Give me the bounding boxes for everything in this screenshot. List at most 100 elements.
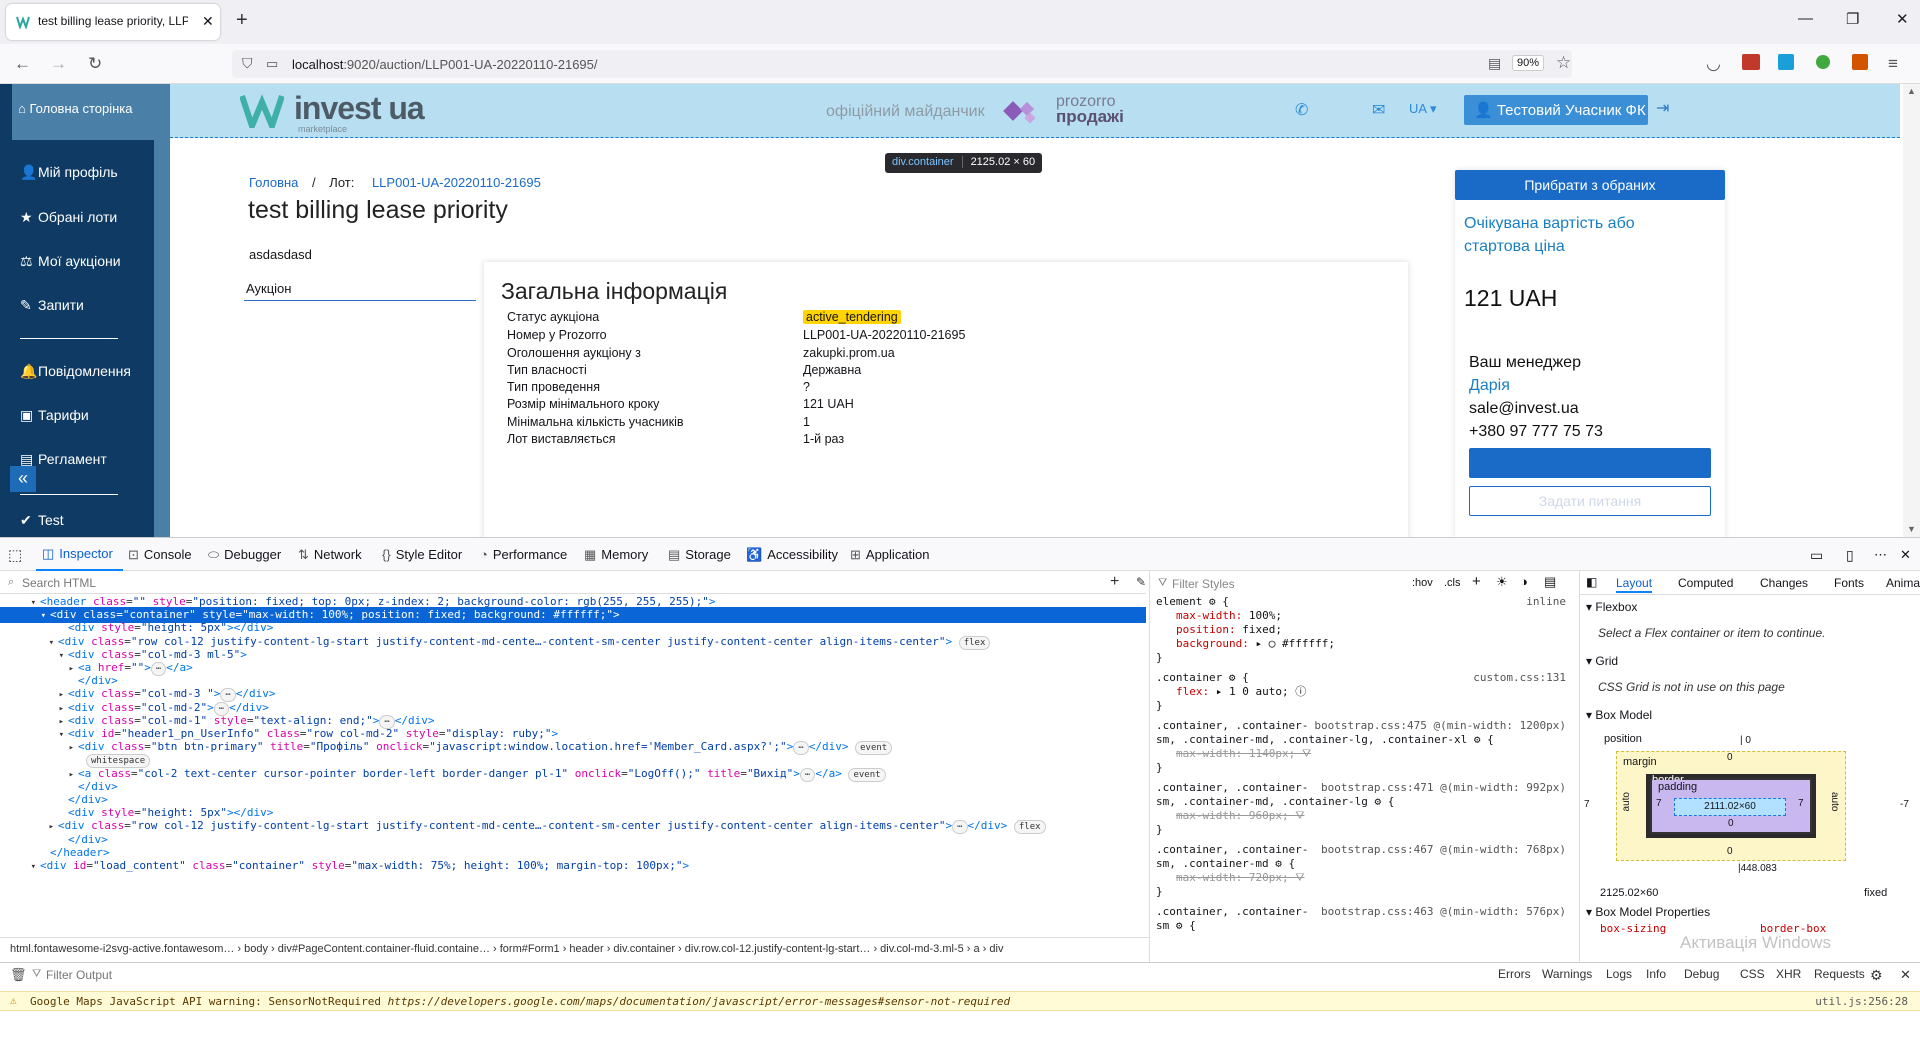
breadcrumb-lot[interactable]: LLP001-UA-20220110-21695 <box>372 175 541 190</box>
tab-layout[interactable]: Layout <box>1616 571 1653 593</box>
filter-css[interactable]: CSS <box>1740 967 1765 981</box>
new-tab-icon[interactable]: + <box>236 9 248 32</box>
sidebar-toggle-icon[interactable]: ◧ <box>1586 575 1597 589</box>
sidebar-item-notifications[interactable]: 🔔Повідомлення <box>0 357 154 387</box>
prozorro-logo-icon[interactable] <box>1000 94 1046 130</box>
tab-performance[interactable]: ◔ Performance <box>480 547 567 562</box>
expand-toggle-icon[interactable]: ▾ <box>0 859 40 874</box>
language-select[interactable]: UA ▾ <box>1409 101 1436 117</box>
filter-requests[interactable]: Requests <box>1814 967 1865 981</box>
tab-auction[interactable]: Аукціон <box>244 281 476 301</box>
filter-output-input[interactable]: Filter Output <box>46 968 112 982</box>
invest-logo-icon[interactable] <box>240 92 284 128</box>
responsive-mode-icon[interactable]: ▯ <box>1846 547 1854 564</box>
dock-side-icon[interactable]: ▭ <box>1810 547 1823 564</box>
logo-text[interactable]: invest ua <box>294 90 425 127</box>
extension-icon[interactable] <box>1742 54 1760 70</box>
console-warning-row[interactable]: ⚠ Google Maps JavaScript API warning: Se… <box>0 991 1920 1011</box>
collapse-sidebar-icon[interactable]: « <box>10 466 36 492</box>
markup-node-line[interactable]: ▾ <div id="load_content" class="container… <box>0 858 1146 874</box>
breadcrumb-home[interactable]: Головна <box>249 175 298 190</box>
element-picker-icon[interactable]: ⬚ <box>8 546 22 564</box>
mail-icon[interactable]: ✉ <box>1372 100 1385 120</box>
green-extension-icon[interactable] <box>1816 55 1830 69</box>
sidebar-item-home[interactable]: ⌂ Головна сторінка <box>12 84 154 140</box>
add-node-icon[interactable]: + <box>1110 573 1119 591</box>
tab-network[interactable]: ⇅ Network <box>298 547 362 563</box>
browser-tab[interactable]: test billing lease priority, LLP001 ✕ <box>6 4 220 40</box>
tab-computed[interactable]: Computed <box>1678 571 1733 593</box>
minimize-icon[interactable]: — <box>1798 10 1813 27</box>
tab-application[interactable]: ⊞ Application <box>850 547 930 563</box>
reload-icon[interactable]: ↻ <box>88 54 102 74</box>
tab-memory[interactable]: ▦ Memory <box>584 547 648 563</box>
back-icon[interactable]: ← <box>14 54 31 74</box>
tab-inspector[interactable]: ◫ Inspector <box>36 538 123 571</box>
close-split-console-icon[interactable]: ✕ <box>1900 967 1911 983</box>
flexbox-section[interactable]: ▾ Flexbox <box>1586 600 1637 614</box>
css-rules[interactable]: inline element ⚙ {max-width: 100%; positio… <box>1156 595 1566 935</box>
ask-question-button[interactable]: Задати питання <box>1469 486 1711 516</box>
search-html-input[interactable]: Search HTML <box>22 576 96 590</box>
sidebar-item-test[interactable]: ✔ Test <box>0 506 154 536</box>
tab-fonts[interactable]: Fonts <box>1834 571 1864 593</box>
reader-view-icon[interactable]: ▤ <box>1488 55 1501 72</box>
orange-extension-icon[interactable] <box>1852 54 1868 70</box>
page-scrollbar[interactable]: ▲ ▼ <box>1903 84 1920 537</box>
sidebar-scrollbar[interactable] <box>154 84 170 537</box>
filter-debug[interactable]: Debug <box>1684 967 1719 981</box>
filter-xhr[interactable]: XHR <box>1776 967 1801 981</box>
warning-link[interactable]: https://developers.google.com/maps/docum… <box>388 995 1011 1008</box>
tab-console[interactable]: ⊡ Console <box>128 547 192 563</box>
grid-section[interactable]: ▾ Grid <box>1586 654 1618 668</box>
light-scheme-icon[interactable]: ☀ <box>1496 574 1508 590</box>
sidebar-item-favorites[interactable]: ★ Обрані лоти <box>0 203 154 233</box>
tab-debugger[interactable]: ⬭ Debugger <box>208 547 281 563</box>
filter-info[interactable]: Info <box>1646 967 1666 981</box>
tab-style-editor[interactable]: {} Style Editor <box>382 547 462 562</box>
sidebar-item-auctions[interactable]: ⚖ Мої аукціони <box>0 247 154 277</box>
tab-changes[interactable]: Changes <box>1760 571 1808 593</box>
url-bar[interactable]: ⛉ ▭ localhost:9020/auction/LLP001-UA-202… <box>232 50 1572 78</box>
hover-toggle[interactable]: :hov <box>1412 577 1433 589</box>
eyedropper-icon[interactable]: ✎ <box>1136 575 1146 589</box>
restore-icon[interactable]: ❐ <box>1846 10 1859 28</box>
markup-tree[interactable]: ▾ <header class="" style="position: fixed… <box>0 593 1146 937</box>
close-devtools-icon[interactable]: ✕ <box>1900 547 1911 563</box>
page-info-icon[interactable]: ▭ <box>266 56 278 72</box>
user-profile-button[interactable]: 👤 Тестовий Учасник ФК <box>1464 95 1648 125</box>
menu-icon[interactable]: ≡ <box>1888 54 1898 74</box>
sidebar-item-requests[interactable]: ✎ Запити <box>0 291 154 321</box>
warning-source[interactable]: util.js:256:28 <box>1815 995 1908 1008</box>
logout-icon[interactable]: ⇥ <box>1656 98 1669 118</box>
filter-logs[interactable]: Logs <box>1606 967 1632 981</box>
filter-styles-input[interactable]: Filter Styles <box>1172 577 1235 591</box>
tab-accessibility[interactable]: ♿ Accessibility <box>746 547 838 563</box>
box-model-properties-section[interactable]: ▾ Box Model Properties <box>1586 905 1710 919</box>
bookmark-star-icon[interactable]: ☆ <box>1556 53 1571 73</box>
forward-icon[interactable]: → <box>50 54 67 74</box>
class-toggle[interactable]: .cls <box>1444 577 1461 589</box>
trash-icon[interactable]: 🗑 <box>10 967 27 983</box>
dark-scheme-icon[interactable]: ◑ <box>1520 574 1528 589</box>
tab-storage[interactable]: ▤ Storage <box>668 547 731 563</box>
sidebar-item-profile[interactable]: 👤Мій профіль <box>0 158 154 188</box>
tab-animations[interactable]: Animations <box>1886 571 1920 593</box>
sidebar-item-tariffs[interactable]: ▣ Тарифи <box>0 401 154 431</box>
devtools-menu-icon[interactable]: ⋯ <box>1874 547 1887 563</box>
url-text[interactable]: localhost:9020/auction/LLP001-UA-2022011… <box>292 57 598 72</box>
manager-name[interactable]: Дарія <box>1469 374 1603 397</box>
print-media-icon[interactable]: ▤ <box>1544 574 1556 590</box>
filter-warnings[interactable]: Warnings <box>1542 967 1592 981</box>
contact-manager-button[interactable] <box>1469 448 1711 478</box>
add-rule-icon[interactable]: + <box>1472 573 1481 590</box>
html-breadcrumbs[interactable]: html.fontawesome-i2svg-active.fontawesom… <box>0 937 1150 961</box>
console-settings-icon[interactable]: ⚙ <box>1870 967 1883 984</box>
close-window-icon[interactable]: ✕ <box>1896 10 1909 28</box>
box-model-section[interactable]: ▾ Box Model <box>1586 708 1652 722</box>
save-extension-icon[interactable] <box>1778 54 1794 70</box>
close-tab-icon[interactable]: ✕ <box>202 13 214 30</box>
zoom-level[interactable]: 90% <box>1512 55 1545 71</box>
remove-favorite-button[interactable]: Прибрати з обраних <box>1455 170 1725 200</box>
phone-icon[interactable]: ✆ <box>1295 100 1308 120</box>
